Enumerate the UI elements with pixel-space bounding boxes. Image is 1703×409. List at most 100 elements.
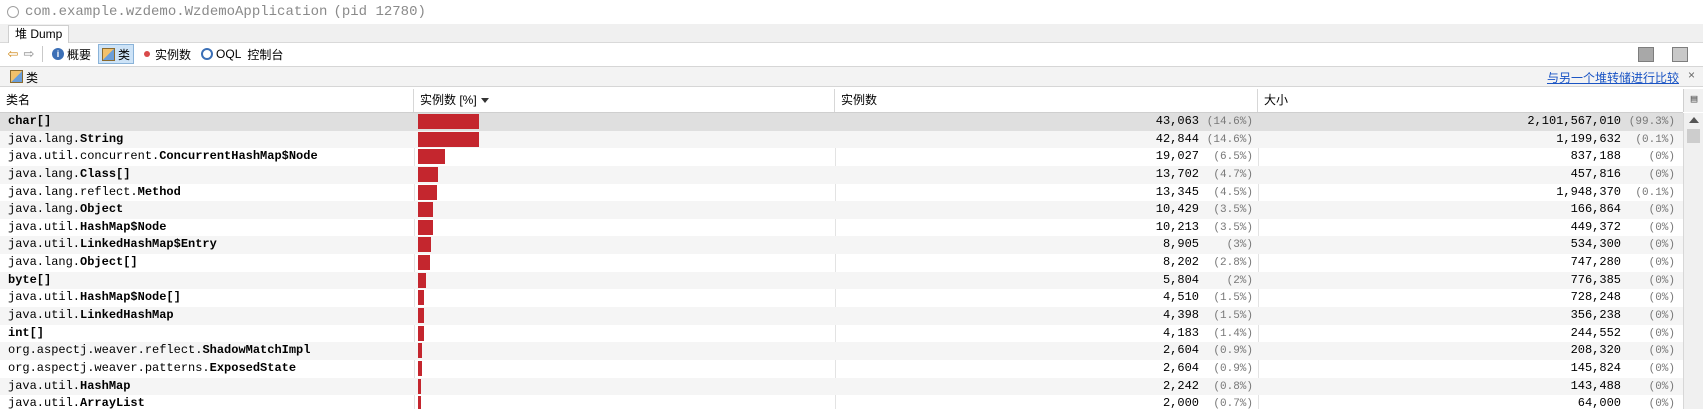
instances-percent: (1.5%): [1213, 310, 1253, 323]
class-name-cell: java.lang.Object: [8, 202, 123, 216]
scroll-thumb[interactable]: [1687, 129, 1700, 143]
toolbar-separator: [42, 46, 43, 62]
compare-heap-dump-link[interactable]: 与另一个堆转储进行比较: [1547, 69, 1679, 86]
instances-pct-bar: [418, 343, 422, 359]
package-name: java.util.: [8, 378, 81, 393]
simple-class-name: LinkedHashMap: [80, 308, 174, 323]
size-value: 1,199,632: [1556, 131, 1621, 146]
size-value: 208,320: [1570, 343, 1621, 358]
simple-class-name: Object: [80, 202, 124, 217]
package-name: java.util.concurrent.: [8, 149, 160, 164]
size-percent: (0%): [1648, 398, 1675, 409]
panel-title: 类: [26, 71, 39, 85]
size-percent: (0%): [1648, 345, 1675, 358]
simple-class-name: byte[]: [8, 272, 52, 287]
save-icon[interactable]: [1672, 47, 1688, 62]
close-icon[interactable]: ×: [1688, 68, 1695, 82]
instances-pct-bar: [418, 202, 433, 218]
table-row[interactable]: int[] 4,183 (1.4%) 244,552 (0%): [0, 325, 1683, 343]
table-row[interactable]: org.aspectj.weaver.patterns.ExposedState…: [0, 360, 1683, 378]
instances-value: 5,804: [1162, 272, 1199, 287]
instances-percent: (0.7%): [1213, 398, 1253, 409]
size-cell: 449,372 (0%): [1571, 220, 1675, 234]
column-header-instances-pct[interactable]: 实例数 [%]: [414, 89, 835, 112]
instances-value: 10,429: [1155, 202, 1199, 217]
oql-label: OQL: [216, 47, 242, 61]
column-header-size[interactable]: 大小: [1258, 89, 1683, 112]
summary-button[interactable]: i 概要: [49, 45, 94, 63]
classes-panel-icon: [10, 70, 23, 83]
size-value: 1,948,370: [1556, 184, 1621, 199]
package-name: java.util.: [8, 308, 81, 323]
size-cell: 1,199,632 (0.1%): [1556, 132, 1675, 146]
instances-cell: 4,398 (1.5%): [1163, 308, 1253, 322]
forward-arrow-icon[interactable]: ⇨: [22, 46, 36, 61]
toolbar: ⇦ ⇨ i 概要 类 实例数 OQL 控制台: [0, 43, 1703, 65]
snapshot-icon[interactable]: [1638, 47, 1654, 62]
oql-console-button[interactable]: OQL 控制台: [198, 45, 286, 63]
package-name: java.lang.: [8, 202, 81, 217]
package-name: org.aspectj.weaver.patterns.: [8, 360, 210, 375]
simple-class-name: Class[]: [80, 166, 131, 181]
table-row[interactable]: java.util.concurrent.ConcurrentHashMap$N…: [0, 148, 1683, 166]
class-name-cell: org.aspectj.weaver.reflect.ShadowMatchIm…: [8, 343, 310, 357]
table-row[interactable]: java.lang.Object[] 8,202 (2.8%) 747,280 (0%): [0, 254, 1683, 272]
table-row[interactable]: java.util.LinkedHashMap$Entry 8,905 (3%) 53…: [0, 236, 1683, 255]
size-percent: (0%): [1648, 168, 1675, 181]
instances-value: 4,183: [1162, 325, 1199, 340]
class-name-cell: java.util.HashMap$Node[]: [8, 290, 181, 304]
tab-heap-dump[interactable]: 堆 Dump: [8, 25, 70, 43]
class-name-cell: java.lang.String: [8, 132, 123, 146]
vertical-scrollbar[interactable]: [1683, 113, 1703, 409]
size-percent: (0%): [1648, 274, 1675, 287]
size-cell: 244,552 (0%): [1571, 326, 1675, 340]
class-name-cell: java.util.LinkedHashMap$Entry: [8, 237, 217, 251]
table-row[interactable]: java.lang.Class[] 13,702 (4.7%) 457,816 (0%): [0, 165, 1683, 184]
package-name: java.util.: [8, 396, 81, 409]
instances-pct-bar: [418, 272, 426, 288]
simple-class-name: ExposedState: [209, 360, 297, 375]
instances-button[interactable]: 实例数: [138, 45, 194, 63]
table-row[interactable]: java.util.HashMap$Node[] 4,510 (1.5%) 728,2…: [0, 289, 1683, 307]
table-row[interactable]: java.util.ArrayList 2,000 (0.7%) 64,000 (0%): [0, 395, 1683, 409]
table-row[interactable]: byte[] 5,804 (2%) 776,385 (0%): [0, 271, 1683, 290]
instances-pct-bar: [418, 255, 430, 271]
instances-pct-bar: [418, 360, 422, 376]
column-header-class-name[interactable]: 类名: [0, 89, 414, 112]
package-name: org.aspectj.weaver.reflect.: [8, 343, 203, 358]
size-value: 534,300: [1570, 237, 1621, 252]
instances-pct-bar: [418, 149, 445, 165]
table-row[interactable]: java.lang.String 42,844 (14.6%) 1,199,632 (0…: [0, 130, 1683, 149]
table-row[interactable]: java.util.HashMap 2,242 (0.8%) 143,488 (0%): [0, 377, 1683, 396]
size-value: 2,101,567,010: [1527, 114, 1621, 128]
instances-pct-bar: [418, 325, 424, 341]
size-value: 747,280: [1570, 255, 1621, 270]
package-name: java.lang.: [8, 131, 81, 146]
instances-label: 实例数: [155, 47, 192, 62]
table-row[interactable]: java.util.LinkedHashMap 4,398 (1.5%) 356,23…: [0, 307, 1683, 325]
column-chooser-icon[interactable]: ▤: [1683, 89, 1703, 112]
instances-value: 8,905: [1162, 237, 1199, 252]
table-row[interactable]: org.aspectj.weaver.reflect.ShadowMatchIm…: [0, 342, 1683, 360]
instances-percent: (3.5%): [1213, 204, 1253, 217]
class-name-cell: char[]: [8, 114, 51, 128]
column-header-instances[interactable]: 实例数: [835, 89, 1258, 112]
scroll-up-icon[interactable]: [1689, 117, 1699, 123]
instances-percent: (2%): [1226, 274, 1253, 287]
table-row[interactable]: char[] 43,063 (14.6%) 2,101,567,010 (99.3%): [0, 113, 1683, 131]
back-arrow-icon[interactable]: ⇦: [6, 46, 20, 61]
instances-value: 42,844: [1155, 131, 1199, 146]
classes-button[interactable]: 类: [98, 44, 135, 64]
table-row[interactable]: java.util.HashMap$Node 10,213 (3.5%) 449,37…: [0, 219, 1683, 237]
instances-cell: 42,844 (14.6%): [1156, 132, 1253, 146]
class-name-cell: java.lang.reflect.Method: [8, 185, 181, 199]
size-percent: (0%): [1648, 380, 1675, 393]
instances-pct-bar: [418, 237, 431, 253]
window-title-bar: com.example.wzdemo.WzdemoApplication (pi…: [0, 0, 1703, 25]
class-name-cell: java.util.ArrayList: [8, 396, 145, 409]
table-row[interactable]: java.lang.reflect.Method 13,345 (4.5%) 1,94…: [0, 184, 1683, 202]
table-row[interactable]: java.lang.Object 10,429 (3.5%) 166,864 (0%): [0, 201, 1683, 219]
size-cell: 728,248 (0%): [1571, 290, 1675, 304]
console-label: 控制台: [247, 47, 284, 62]
package-name: java.lang.reflect.: [8, 184, 138, 199]
